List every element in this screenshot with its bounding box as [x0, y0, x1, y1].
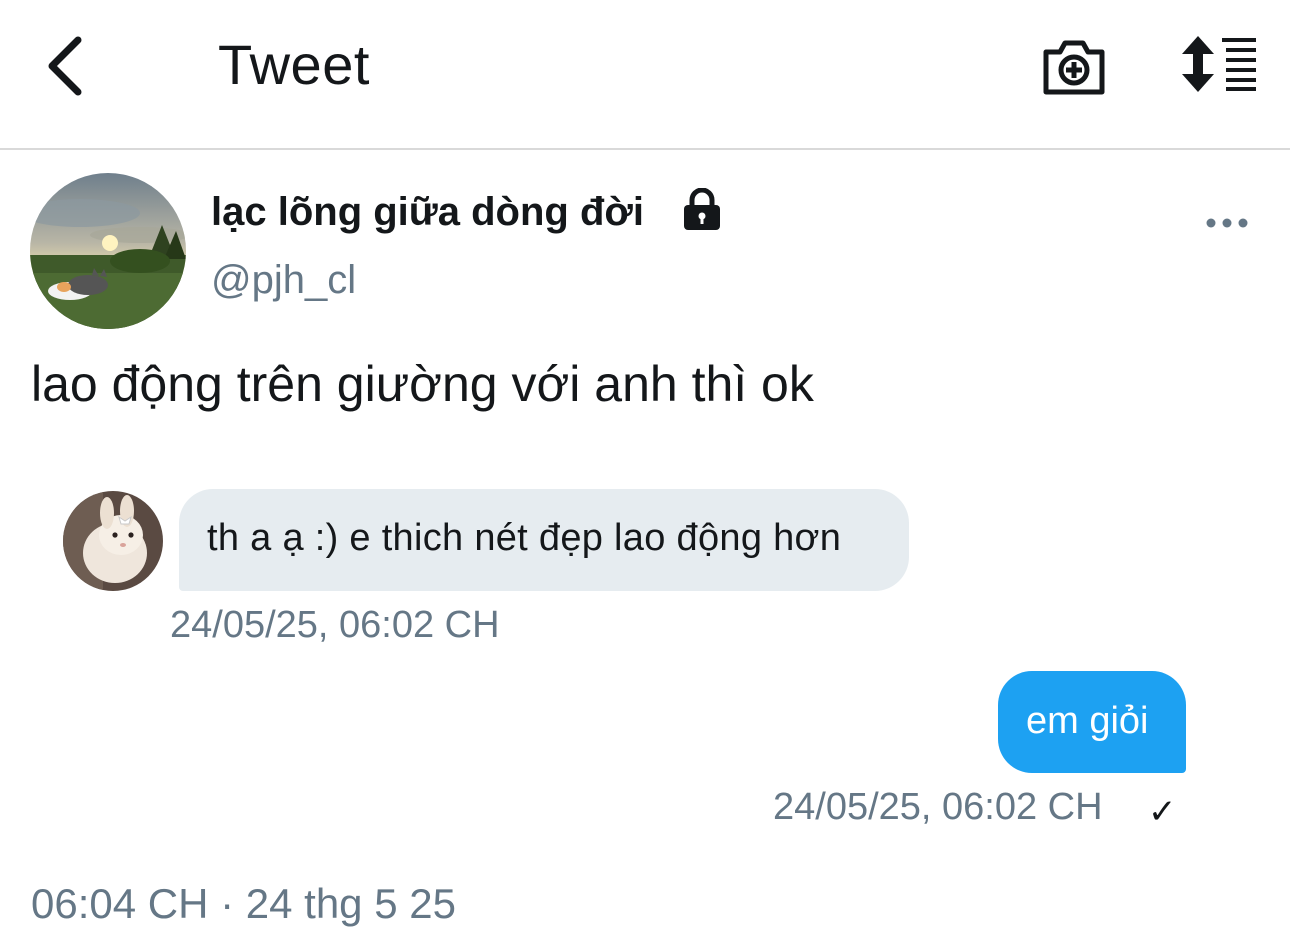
- checkmark-icon: ✓: [1148, 793, 1177, 831]
- avatar-image: [30, 173, 186, 329]
- dm-incoming-timestamp: 24/05/25, 06:02 CH: [170, 604, 500, 646]
- dm-incoming-text: th a ạ :) e thich nét đẹp lao động hơn: [207, 517, 842, 559]
- camera-plus-icon: [1043, 40, 1105, 95]
- author-avatar[interactable]: [30, 173, 186, 329]
- dm-outgoing-text: em giỏi: [1026, 700, 1149, 742]
- author-display-name[interactable]: lạc lõng giữa dòng đời: [211, 190, 644, 235]
- dm-incoming-bubble: th a ạ :) e thich nét đẹp lao động hơn: [179, 489, 909, 591]
- page-title: Tweet: [218, 33, 370, 96]
- dm-outgoing-bubble: em giỏi: [998, 671, 1186, 773]
- dm-outgoing-timestamp: 24/05/25, 06:02 CH: [773, 786, 1103, 828]
- back-button[interactable]: [40, 30, 100, 102]
- lock-icon: [681, 187, 723, 232]
- chevron-left-icon: [48, 36, 82, 96]
- dm-sender-avatar: [63, 491, 163, 591]
- tweet-page: Tweet lạc lõng giữa dòng đời @pjh_cl lao…: [0, 0, 1290, 948]
- tweet-text: lao động trên giường với anh thì ok: [31, 356, 814, 412]
- sort-button[interactable]: [1178, 36, 1258, 92]
- more-horizontal-icon: [1206, 218, 1248, 228]
- camera-button[interactable]: [1040, 36, 1108, 98]
- tweet-timestamp: 06:04 CH · 24 thg 5 25: [31, 880, 456, 927]
- bunny-avatar-image: [63, 491, 163, 591]
- more-options-button[interactable]: [1205, 210, 1249, 236]
- top-bar: Tweet: [0, 0, 1290, 150]
- author-handle[interactable]: @pjh_cl: [211, 258, 356, 303]
- sort-list-icon: [1182, 36, 1256, 92]
